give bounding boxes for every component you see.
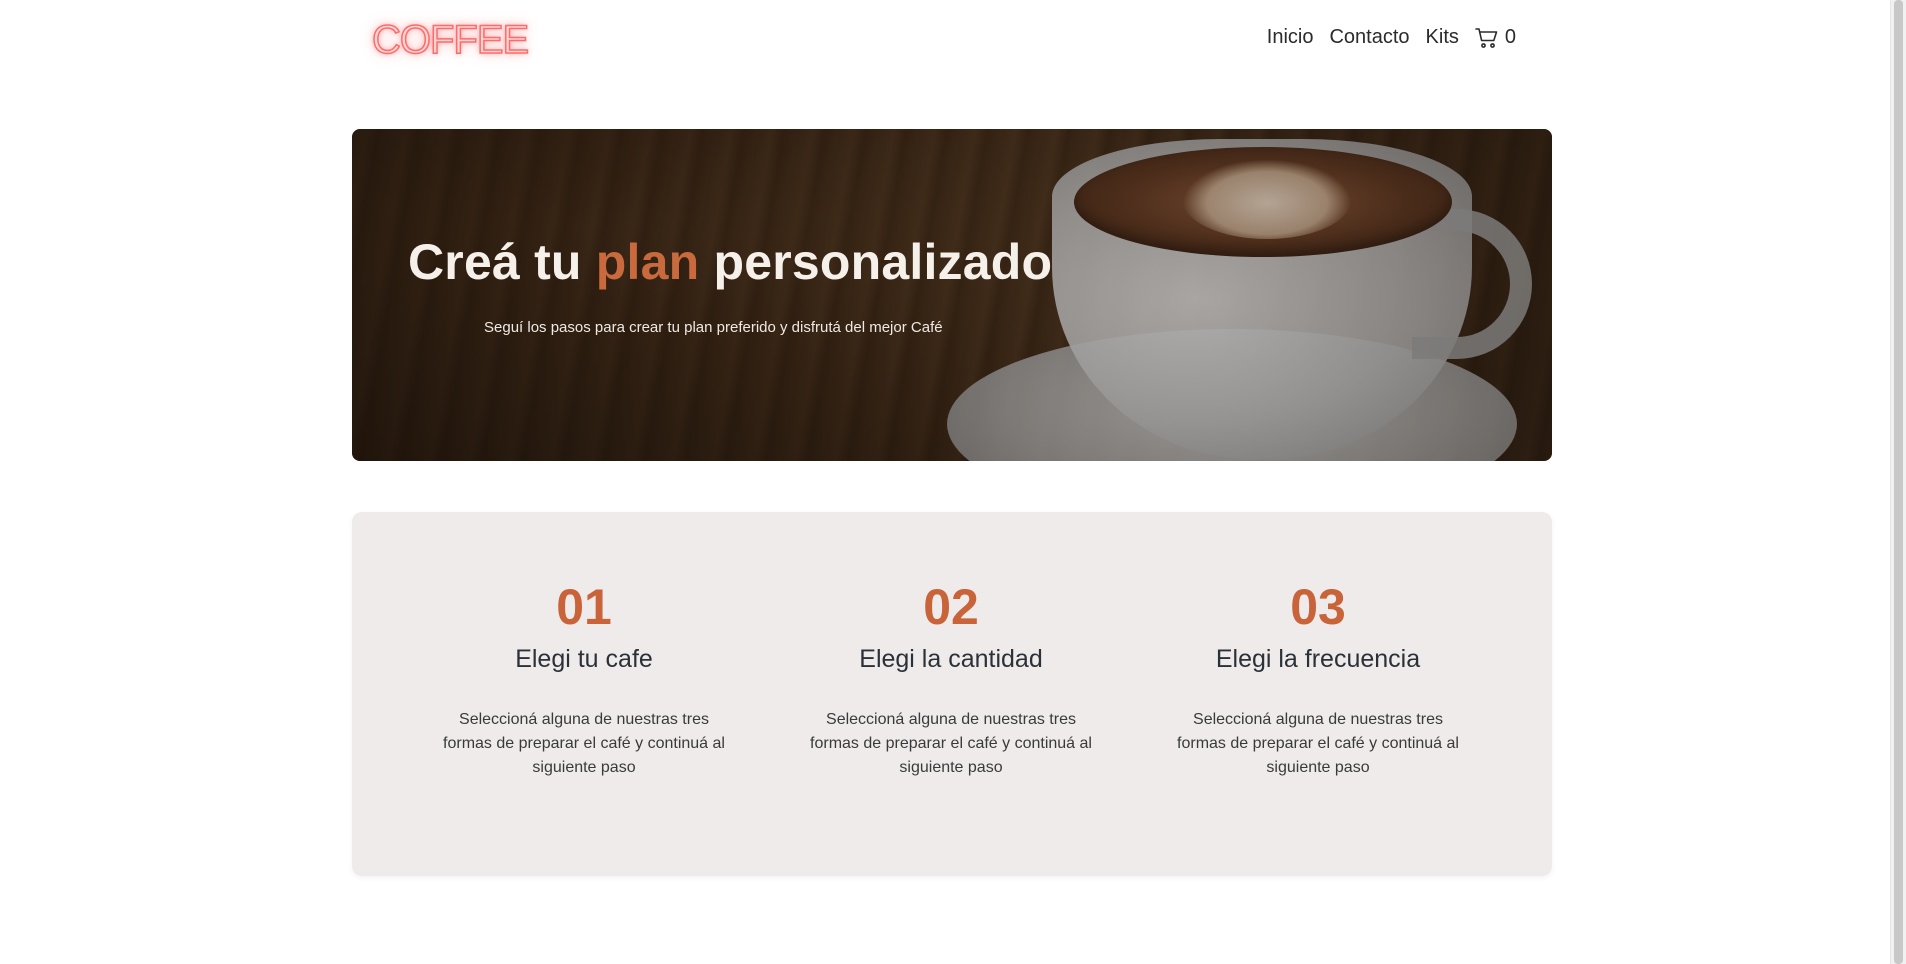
step-card-1: 01 Elegi tu cafe Seleccioná alguna de nu… xyxy=(424,580,744,780)
step-description: Seleccioná alguna de nuestras tres forma… xyxy=(810,711,1092,776)
step-description: Seleccioná alguna de nuestras tres forma… xyxy=(1177,711,1459,776)
nav-link-kits[interactable]: Kits xyxy=(1426,26,1459,49)
hero-title: Creá tu plan personalizado xyxy=(408,233,1052,291)
cart-count: 0 xyxy=(1504,26,1516,48)
navbar: COFFEE Inicio Contacto Kits 0 xyxy=(352,0,1552,82)
nav-link-inicio[interactable]: Inicio xyxy=(1267,26,1314,49)
step-number: 03 xyxy=(1290,579,1346,635)
page-scrollbar[interactable] xyxy=(1890,0,1906,964)
hero-title-accent: plan xyxy=(595,234,700,290)
hero-overlay xyxy=(352,129,1552,461)
main-nav: Inicio Contacto Kits 0 xyxy=(1267,26,1516,49)
hero-banner: Creá tu plan personalizado Seguí los pas… xyxy=(352,129,1552,461)
step-card-2: 02 Elegi la cantidad Seleccioná alguna d… xyxy=(791,580,1111,780)
step-number: 02 xyxy=(923,579,979,635)
coffee-logo[interactable]: COFFEE xyxy=(371,17,530,63)
step-card-3: 03 Elegi la frecuencia Seleccioná alguna… xyxy=(1158,580,1478,780)
step-description: Seleccioná alguna de nuestras tres forma… xyxy=(443,711,725,776)
hero-title-part1: Creá tu xyxy=(408,234,582,290)
step-title: Elegi la cantidad xyxy=(859,645,1043,673)
hero-subtitle: Seguí los pasos para crear tu plan prefe… xyxy=(484,319,943,336)
step-title: Elegi tu cafe xyxy=(515,645,653,673)
nav-link-contacto[interactable]: Contacto xyxy=(1329,26,1409,49)
cart-button[interactable]: 0 xyxy=(1475,26,1516,49)
step-title: Elegi la frecuencia xyxy=(1215,645,1421,673)
step-number: 01 xyxy=(556,579,612,635)
scrollbar-thumb[interactable] xyxy=(1894,0,1903,964)
cart-icon xyxy=(1475,27,1499,49)
steps-section: 01 Elegi tu cafe Seleccioná alguna de nu… xyxy=(352,512,1552,876)
hero-title-part2: personalizado xyxy=(713,234,1053,290)
